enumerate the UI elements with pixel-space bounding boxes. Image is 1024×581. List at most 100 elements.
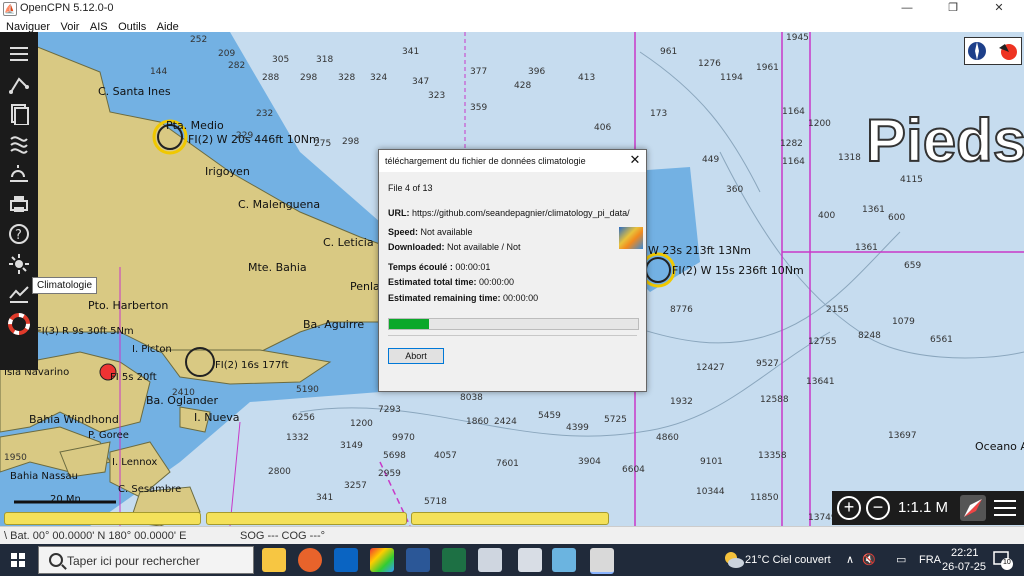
sounding: 5459: [538, 411, 561, 421]
minimize-button[interactable]: —: [884, 0, 930, 17]
tides-icon[interactable]: [8, 283, 30, 305]
url-label: URL:: [388, 208, 410, 218]
settings-icon[interactable]: [8, 43, 30, 65]
sounding: 298: [342, 137, 359, 147]
windows-start-icon[interactable]: [0, 544, 36, 576]
lifebuoy-icon[interactable]: [8, 313, 30, 335]
chart-piano-key[interactable]: [206, 512, 407, 525]
sounding: 6604: [622, 465, 645, 475]
weather-icon[interactable]: [8, 163, 30, 185]
sounding: 1164: [782, 107, 805, 117]
sounding: 3149: [340, 441, 363, 451]
print-icon[interactable]: [8, 193, 30, 215]
sounding: 2800: [268, 467, 291, 477]
sounding: 4057: [434, 451, 457, 461]
toolbar-tooltip: Climatologie: [32, 277, 98, 294]
download-dialog: téléchargement du fichier de données cli…: [378, 149, 647, 392]
sounding: 173: [650, 109, 667, 119]
sounding: 377: [470, 67, 487, 77]
climatology-icon[interactable]: [8, 253, 30, 275]
speaker-icon[interactable]: 🔇: [862, 553, 876, 566]
sounding: 659: [904, 261, 921, 271]
chart-piano-key[interactable]: [411, 512, 609, 525]
sounding: 8776: [670, 305, 693, 315]
menu-icon[interactable]: [992, 497, 1018, 519]
place-label: C. Leticia: [323, 236, 374, 249]
wave-icon[interactable]: [8, 133, 30, 155]
app-icon[interactable]: [552, 548, 576, 572]
abort-button[interactable]: Abort: [388, 348, 444, 364]
chart-piano-key[interactable]: [4, 512, 201, 525]
clock-time[interactable]: 22:21: [951, 547, 979, 559]
place-label: Penla: [350, 280, 380, 293]
zoom-out-button[interactable]: −: [866, 496, 890, 520]
weather-text[interactable]: 21°C Ciel couvert: [745, 554, 831, 566]
sounding: 1200: [350, 419, 373, 429]
sounding: 5718: [424, 497, 447, 507]
file-explorer-icon[interactable]: [262, 548, 286, 572]
sounding: 1932: [670, 397, 693, 407]
url-value: https://github.com/seandepagnier/climato…: [412, 208, 630, 218]
sounding: 5725: [604, 415, 627, 425]
zoom-in-button[interactable]: +: [837, 496, 861, 520]
outlook-icon[interactable]: [334, 548, 358, 572]
maximize-button[interactable]: ❐: [930, 0, 976, 17]
notification-icon[interactable]: 10: [992, 550, 1014, 570]
title-bar: ⛵ OpenCPN 5.12.0-0 — ❐ ✕: [0, 0, 1024, 17]
sounding: 324: [370, 73, 387, 83]
tray-chevron-icon[interactable]: ∧: [846, 553, 854, 566]
sounding: 2410: [172, 388, 195, 398]
sounding: 396: [528, 67, 545, 77]
word-icon[interactable]: [406, 548, 430, 572]
close-window-button[interactable]: ✕: [976, 0, 1022, 17]
notepad-icon[interactable]: [478, 548, 502, 572]
excel-icon[interactable]: [442, 548, 466, 572]
sounding: 1194: [720, 73, 743, 83]
taskbar: Taper ici pour rechercher 21°C Ciel couv…: [0, 544, 1024, 576]
svg-text:?: ?: [15, 228, 22, 243]
place-label: Ba. Aguirre: [303, 318, 364, 331]
menu-bar: Naviguer Voir AIS Outils Aide: [0, 17, 1024, 33]
place-label: Mte. Bahia: [248, 261, 307, 274]
sounding: 13641: [806, 377, 835, 387]
battery-icon[interactable]: ▭: [896, 553, 906, 566]
sounding: 3904: [578, 457, 601, 467]
sounding: 144: [150, 67, 167, 77]
sounding: 12588: [760, 395, 789, 405]
sounding: 1282: [780, 139, 803, 149]
sounding: 12427: [696, 363, 725, 373]
sounding: 8038: [460, 393, 483, 403]
language-indicator[interactable]: FRA: [919, 554, 941, 566]
remaining-value: 00:00:00: [503, 293, 539, 303]
sounding: 6256: [292, 413, 315, 423]
place-label: Oceano A: [975, 440, 1024, 453]
sounding: 13697: [888, 431, 917, 441]
light-label: FI(2) W 20s 446ft 10Nm: [188, 133, 320, 146]
sounding: 2155: [826, 305, 849, 315]
compass-widget[interactable]: [964, 37, 1022, 65]
compass-rose-icon[interactable]: [960, 495, 986, 521]
sounding: 12755: [808, 337, 837, 347]
sounding: 4399: [566, 423, 589, 433]
microsoft365-icon[interactable]: [370, 548, 394, 572]
route-icon[interactable]: [8, 73, 30, 95]
sounding: 1860: [466, 417, 489, 427]
help-icon[interactable]: ?: [8, 223, 30, 245]
sounding: 1332: [286, 433, 309, 443]
clock-date[interactable]: 26-07-25: [942, 561, 986, 573]
sounding: 5190: [296, 385, 319, 395]
firefox-icon[interactable]: [298, 548, 322, 572]
opencpn-taskbar-icon[interactable]: [590, 548, 614, 574]
sounding: 13358: [758, 451, 787, 461]
printer-app-icon[interactable]: [518, 548, 542, 572]
taskbar-search[interactable]: Taper ici pour rechercher: [38, 546, 254, 574]
place-label: C. Sesambre: [118, 484, 181, 495]
zoom-controls: + − 1:1.1 M: [832, 491, 1024, 525]
dialog-close-button[interactable]: ✕: [628, 153, 642, 167]
weather-widget-icon[interactable]: [722, 544, 744, 576]
place-label: I. Nueva: [194, 411, 239, 424]
sounding: 449: [702, 155, 719, 165]
tracks-icon[interactable]: [8, 103, 30, 126]
sounding: 1961: [756, 63, 779, 73]
sounding: 600: [888, 213, 905, 223]
